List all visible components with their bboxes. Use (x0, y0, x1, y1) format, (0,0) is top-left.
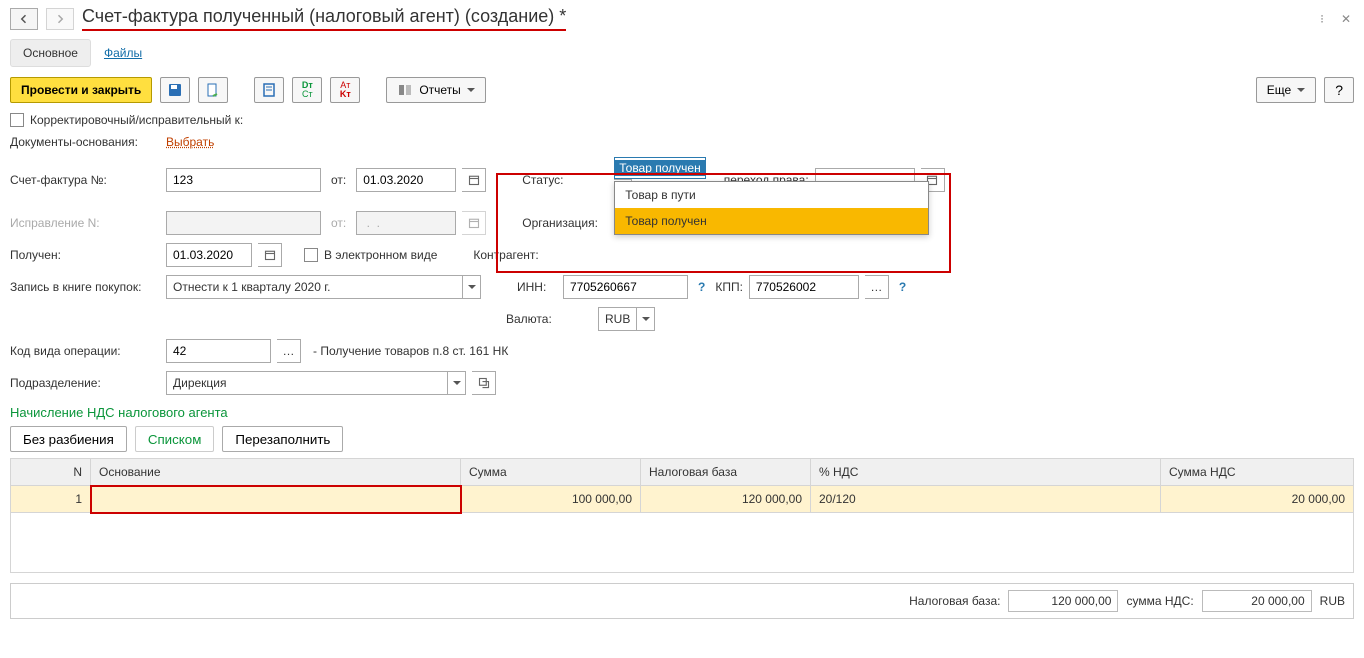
total-currency: RUB (1320, 594, 1345, 608)
status-option-received[interactable]: Товар получен (615, 208, 928, 234)
totals-bar: Налоговая база: 120 000,00 сумма НДС: 20… (10, 583, 1354, 619)
list-button[interactable]: Списком (135, 426, 215, 452)
reports-button[interactable]: Отчеты (386, 77, 485, 103)
inn-help-icon[interactable]: ? (694, 280, 709, 294)
refill-button[interactable]: Перезаполнить (222, 426, 343, 452)
total-nb-label: Налоговая база: (909, 594, 1000, 608)
page-title: Счет-фактура полученный (налоговый агент… (82, 6, 566, 31)
col-base[interactable]: Основание (91, 459, 461, 486)
opcode-label: Код вида операции: (10, 344, 160, 358)
tab-files[interactable]: Файлы (91, 39, 155, 67)
invoice-num-label: Счет-фактура №: (10, 173, 160, 187)
electronic-checkbox[interactable] (304, 248, 318, 262)
more-label: Еще (1267, 83, 1291, 97)
from-label-2: от: (327, 216, 350, 230)
book-value: Отнести к 1 кварталу 2020 г. (167, 280, 462, 294)
post-button[interactable] (198, 77, 228, 103)
electronic-label: В электронном виде (324, 248, 437, 262)
book-select[interactable]: Отнести к 1 кварталу 2020 г. (166, 275, 481, 299)
col-nb[interactable]: Налоговая база (641, 459, 811, 486)
dtkt-red-button[interactable]: AтKт (330, 77, 360, 103)
status-label: Статус: (522, 173, 608, 187)
corrective-checkbox[interactable] (10, 113, 24, 127)
vat-table: N Основание Сумма Налоговая база % НДС С… (10, 458, 1354, 573)
status-select[interactable]: Товар получен (614, 157, 705, 179)
cell-vat[interactable]: 20 000,00 (1161, 486, 1354, 513)
nav-back-button[interactable] (10, 8, 38, 30)
structure-button[interactable] (254, 77, 284, 103)
kpp-input[interactable] (749, 275, 859, 299)
chevron-down-icon[interactable] (462, 276, 480, 298)
tabs: Основное Файлы (10, 39, 1354, 67)
opcode-text: - Получение товаров п.8 ст. 161 НК (313, 344, 508, 358)
toolbar: Провести и закрыть DтCт AтKт Отчеты Еще … (10, 77, 1354, 103)
help-button[interactable]: ? (1324, 77, 1354, 103)
subdivision-value: Дирекция (167, 376, 447, 390)
corrective-label: Корректировочный/исправительный к: (30, 113, 243, 127)
total-nb-value: 120 000,00 (1008, 590, 1118, 612)
no-split-button[interactable]: Без разбиения (10, 426, 127, 452)
save-button[interactable] (160, 77, 190, 103)
opcode-input[interactable] (166, 339, 271, 363)
close-icon[interactable]: ✕ (1338, 11, 1354, 27)
subdivision-open-icon[interactable] (472, 371, 496, 395)
opcode-ellipsis-icon[interactable]: … (277, 339, 301, 363)
currency-value: RUB (599, 312, 636, 326)
cell-rate[interactable]: 20/120 (811, 486, 1161, 513)
subdivision-select[interactable]: Дирекция (166, 371, 466, 395)
invoice-date-input[interactable] (356, 168, 456, 192)
chevron-down-icon[interactable] (447, 372, 465, 394)
section-title: Начисление НДС налогового агента (10, 405, 1354, 420)
chevron-down-icon[interactable] (636, 308, 654, 330)
subdivision-label: Подразделение: (10, 376, 160, 390)
correction-label: Исправление N: (10, 216, 160, 230)
correction-num-input (166, 211, 321, 235)
book-label: Запись в книге покупок: (10, 280, 160, 294)
cell-base[interactable] (91, 486, 461, 513)
dtkt-green-button[interactable]: DтCт (292, 77, 322, 103)
calendar-icon[interactable] (462, 168, 486, 192)
basedoc-link[interactable]: Выбрать (166, 135, 214, 149)
from-label: от: (327, 173, 350, 187)
organization-label: Организация: (522, 216, 608, 230)
correction-date-input (356, 211, 456, 235)
calendar-icon (462, 211, 486, 235)
invoice-num-input[interactable] (166, 168, 321, 192)
kebab-icon[interactable]: ⁝ (1314, 11, 1330, 27)
kpp-label: КПП: (715, 280, 743, 294)
col-n[interactable]: N (11, 459, 91, 486)
status-value: Товар получен (615, 160, 704, 176)
currency-select[interactable]: RUB (598, 307, 655, 331)
counterparty-label: Контрагент: (473, 248, 559, 262)
received-date-input[interactable] (166, 243, 252, 267)
calendar-icon[interactable] (258, 243, 282, 267)
tab-main[interactable]: Основное (10, 39, 91, 67)
received-label: Получен: (10, 248, 160, 262)
inn-input[interactable] (563, 275, 688, 299)
cell-sum[interactable]: 100 000,00 (461, 486, 641, 513)
reports-label: Отчеты (419, 83, 460, 97)
post-and-close-button[interactable]: Провести и закрыть (10, 77, 152, 103)
col-rate[interactable]: % НДС (811, 459, 1161, 486)
status-option-transit[interactable]: Товар в пути (615, 182, 928, 208)
total-vat-value: 20 000,00 (1202, 590, 1312, 612)
cell-nb[interactable]: 120 000,00 (641, 486, 811, 513)
basedoc-label: Документы-основания: (10, 135, 160, 149)
currency-label: Валюта: (506, 312, 592, 326)
kpp-help-icon[interactable]: ? (895, 280, 910, 294)
table-row[interactable]: 1 100 000,00 120 000,00 20/120 20 000,00 (11, 486, 1354, 513)
total-vat-label: сумма НДС: (1126, 594, 1193, 608)
kpp-ellipsis-icon[interactable]: … (865, 275, 889, 299)
cell-n: 1 (11, 486, 91, 513)
status-dropdown-popup: Товар в пути Товар получен (614, 181, 929, 235)
col-sum[interactable]: Сумма (461, 459, 641, 486)
table-empty-area (11, 513, 1354, 573)
more-button[interactable]: Еще (1256, 77, 1316, 103)
inn-label: ИНН: (517, 280, 557, 294)
nav-forward-button[interactable] (46, 8, 74, 30)
col-vat[interactable]: Сумма НДС (1161, 459, 1354, 486)
